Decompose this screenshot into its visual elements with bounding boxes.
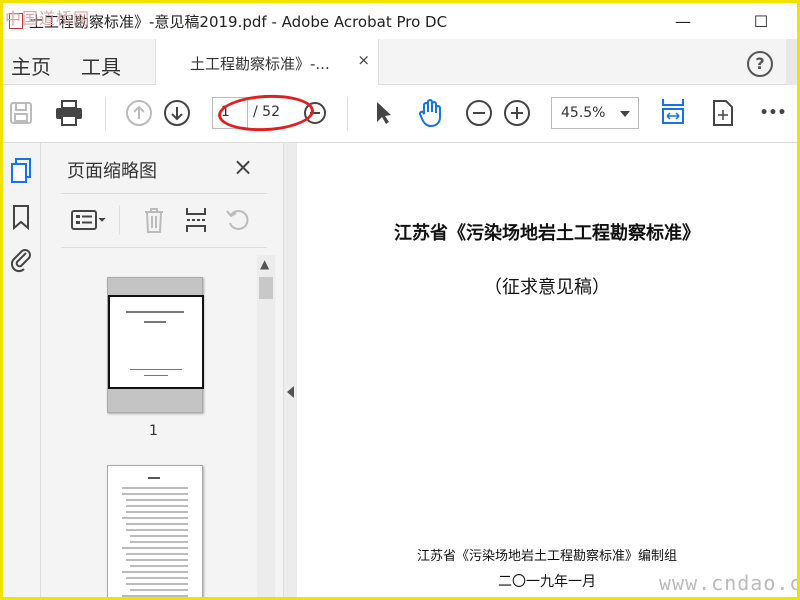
delete-page-icon[interactable] xyxy=(139,205,169,235)
title-bar: 土工程勘察标准》-意见稿2019.pdf - Adobe Acrobat Pro… xyxy=(3,3,797,39)
thumbnail-text-line xyxy=(144,321,166,323)
thumbnail-page-content xyxy=(108,295,204,389)
document-title: 江苏省《污染场地岩土工程勘察标准》 xyxy=(394,223,700,244)
attachment-icon[interactable] xyxy=(8,245,34,273)
collapse-left-icon xyxy=(287,386,294,398)
app-window: 土工程勘察标准》-意见稿2019.pdf - Adobe Acrobat Pro… xyxy=(0,0,800,600)
minimize-button[interactable]: — xyxy=(671,9,695,33)
page-thumbnails-panel: 页面缩略图 × 1 ▲ xyxy=(41,143,283,597)
toolbar-divider xyxy=(347,97,348,131)
document-subtitle: （征求意见稿） xyxy=(484,277,610,298)
page-thumbnails-icon[interactable] xyxy=(8,157,34,185)
thumbnail-page-label: 1 xyxy=(149,423,158,439)
document-tab-label: 土工程勘察标准》-... xyxy=(190,55,330,73)
thumbnail-options-icon[interactable] xyxy=(69,205,109,235)
help-icon[interactable]: ? xyxy=(747,51,773,77)
thumbnail-text-line xyxy=(130,369,182,370)
print-icon[interactable] xyxy=(53,97,85,129)
rotate-page-icon[interactable] xyxy=(223,205,253,235)
fit-width-icon[interactable] xyxy=(657,97,689,129)
previous-page-icon[interactable] xyxy=(123,97,155,129)
zoom-out-icon[interactable] xyxy=(463,97,495,129)
watermark-site: www.cndao.com xyxy=(659,571,800,595)
window-title: 土工程勘察标准》-意见稿2019.pdf - Adobe Acrobat Pro… xyxy=(29,13,448,31)
zoom-level-select[interactable]: 45.5% xyxy=(551,97,639,129)
chevron-down-icon xyxy=(620,111,630,117)
scroll-up-icon[interactable]: ▲ xyxy=(260,257,269,271)
maximize-button[interactable]: ☐ xyxy=(749,9,773,33)
close-panel-icon[interactable]: × xyxy=(233,153,253,181)
panel-title: 页面缩略图 xyxy=(67,161,157,182)
next-page-icon[interactable] xyxy=(161,97,193,129)
document-organization: 江苏省《污染场地岩土工程勘察标准》编制组 xyxy=(416,549,677,564)
zoom-in-icon[interactable] xyxy=(501,97,533,129)
rotate-view-icon[interactable] xyxy=(707,97,739,129)
bookmark-icon[interactable] xyxy=(8,203,34,231)
scrollbar-thumb[interactable] xyxy=(259,277,273,299)
panel-collapse-handle[interactable] xyxy=(283,143,297,597)
close-tab-icon[interactable]: × xyxy=(357,51,370,69)
thumbnail-text-line xyxy=(126,311,184,313)
watermark-logo: 中国道桥网 xyxy=(5,9,91,28)
thumbnail-text-line xyxy=(144,375,168,376)
tab-document[interactable]: 土工程勘察标准》-... × xyxy=(155,39,379,85)
tab-home[interactable]: 主页 xyxy=(11,51,51,80)
panel-toolbar-divider xyxy=(119,205,120,235)
panel-divider xyxy=(61,193,267,194)
extract-page-icon[interactable] xyxy=(181,205,211,235)
navigation-rail xyxy=(3,143,41,597)
tab-bar: 主页 工具 土工程勘察标准》-... × ? xyxy=(3,39,797,85)
main-toolbar: 1 / 52 45.5% ••• xyxy=(3,85,797,143)
thumbnail-toc-content xyxy=(122,477,188,597)
tab-tools[interactable]: 工具 xyxy=(81,51,121,80)
panel-divider xyxy=(61,247,267,248)
toolbar-divider xyxy=(105,97,106,131)
save-icon[interactable] xyxy=(5,97,37,129)
document-page: 江苏省《污染场地岩土工程勘察标准》 （征求意见稿） 江苏省《污染场地岩土工程勘察… xyxy=(297,143,797,597)
zoom-level-value: 45.5% xyxy=(561,105,606,121)
more-tools-icon[interactable]: ••• xyxy=(755,97,791,129)
select-arrow-icon[interactable] xyxy=(367,97,399,129)
tabbar-scrollbar xyxy=(786,39,797,85)
page-thumbnail-1[interactable] xyxy=(107,277,204,413)
page-thumbnail-2[interactable] xyxy=(107,465,203,597)
hand-tool-icon[interactable] xyxy=(415,97,447,129)
thumbnails-scrollbar[interactable]: ▲ xyxy=(257,255,275,597)
